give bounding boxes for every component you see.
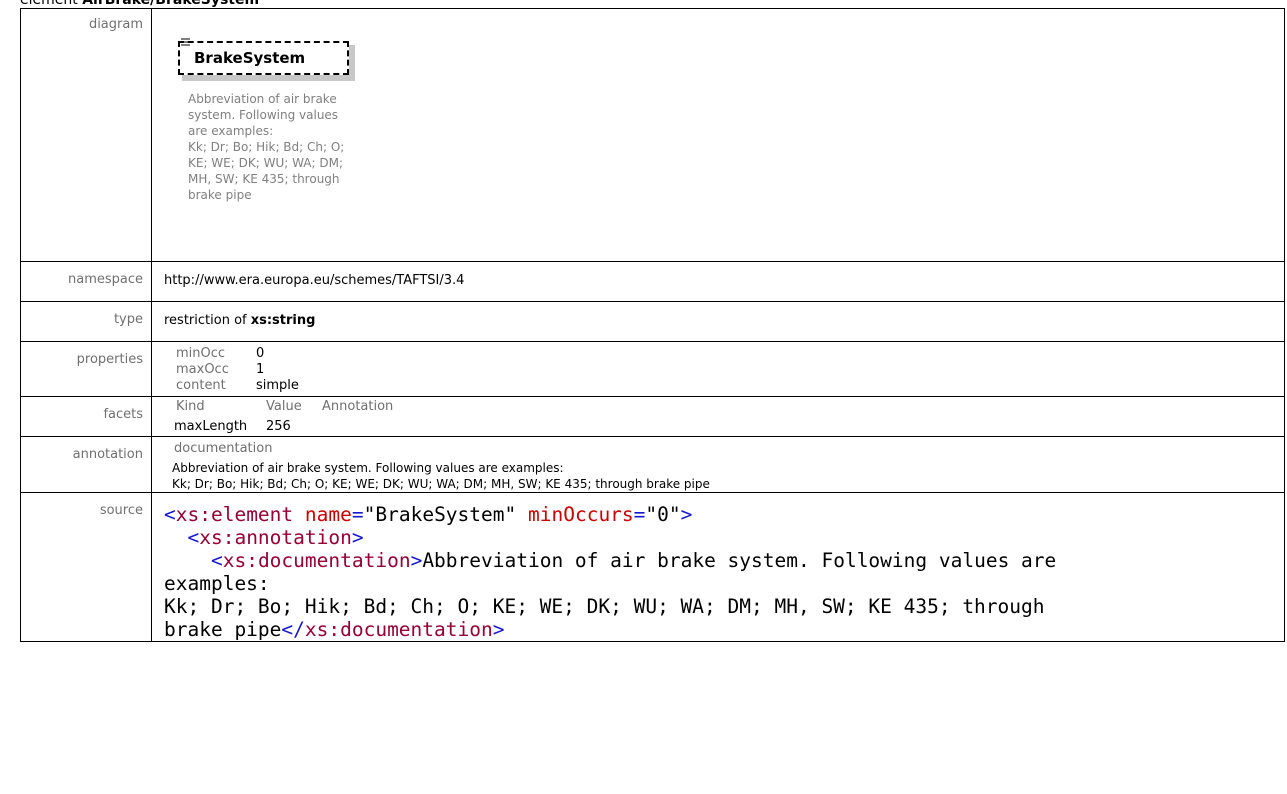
row-source: source <xs:element name="BrakeSystem" mi… — [20, 492, 1285, 642]
row-label-type: type — [113, 312, 143, 327]
namespace-value: http://www.era.europa.eu/schemes/TAFTSI/… — [164, 273, 465, 288]
row-annotation: annotation documentation Abbreviation of… — [20, 436, 1285, 493]
element-lines-icon — [181, 38, 190, 46]
row-label-properties: properties — [76, 352, 143, 367]
source-code: <xs:element name="BrakeSystem" minOccurs… — [164, 503, 1057, 641]
annotation-block: documentation Abbreviation of air brake … — [152, 437, 1284, 492]
properties-list: minOcc 0 maxOcc 1 content simple — [152, 342, 1284, 394]
property-key: content — [176, 378, 226, 393]
row-label-facets: facets — [103, 407, 143, 422]
row-label-namespace: namespace — [67, 272, 143, 287]
element-box[interactable]: BrakeSystem — [178, 41, 349, 75]
element-doc-table: diagram BrakeSystem Abbreviation of air … — [20, 8, 1285, 642]
row-label-diagram: diagram — [88, 17, 143, 32]
row-label-source: source — [99, 503, 143, 518]
row-properties: properties minOcc 0 maxOcc 1 content simple — [20, 341, 1285, 397]
facets-table: Kind Value Annotation maxLength 256 — [152, 397, 1284, 435]
property-value: 1 — [256, 362, 265, 377]
diagram: BrakeSystem Abbreviation of air brake sy… — [152, 9, 1284, 261]
facets-header-kind: Kind — [176, 399, 205, 414]
element-path: AirBrake/BrakeSystem — [82, 0, 260, 8]
annotation-heading: documentation — [174, 441, 273, 456]
type-base-link[interactable]: xs:string — [251, 313, 316, 328]
facets-header-annotation: Annotation — [322, 399, 394, 414]
type-value: restriction of xs:string — [164, 313, 316, 328]
property-key: minOcc — [176, 346, 226, 361]
row-label-annotation: annotation — [72, 447, 143, 462]
facet-kind: maxLength — [174, 419, 248, 434]
property-value: simple — [256, 378, 299, 393]
row-type: type restriction of xs:string — [20, 301, 1285, 342]
facets-row: maxLength 256 — [174, 419, 1284, 435]
diagram-description: Abbreviation of air brake system. Follow… — [188, 92, 345, 202]
facets-header: Kind Value Annotation — [176, 399, 1284, 415]
property-key: maxOcc — [176, 362, 229, 377]
page-title: element AirBrake/BrakeSystem — [20, 0, 259, 8]
property-value: 0 — [256, 346, 265, 361]
annotation-text: Abbreviation of air brake system. Follow… — [172, 461, 710, 491]
row-diagram: diagram BrakeSystem Abbreviation of air … — [20, 8, 1285, 262]
row-namespace: namespace http://www.era.europa.eu/schem… — [20, 261, 1285, 302]
facets-header-value: Value — [266, 399, 302, 414]
row-facets: facets Kind Value Annotation maxLength 2… — [20, 396, 1285, 437]
facet-value: 256 — [266, 419, 291, 434]
element-box-label: BrakeSystem — [194, 49, 306, 67]
page: element AirBrake/BrakeSystem diagram Bra… — [0, 0, 1287, 794]
